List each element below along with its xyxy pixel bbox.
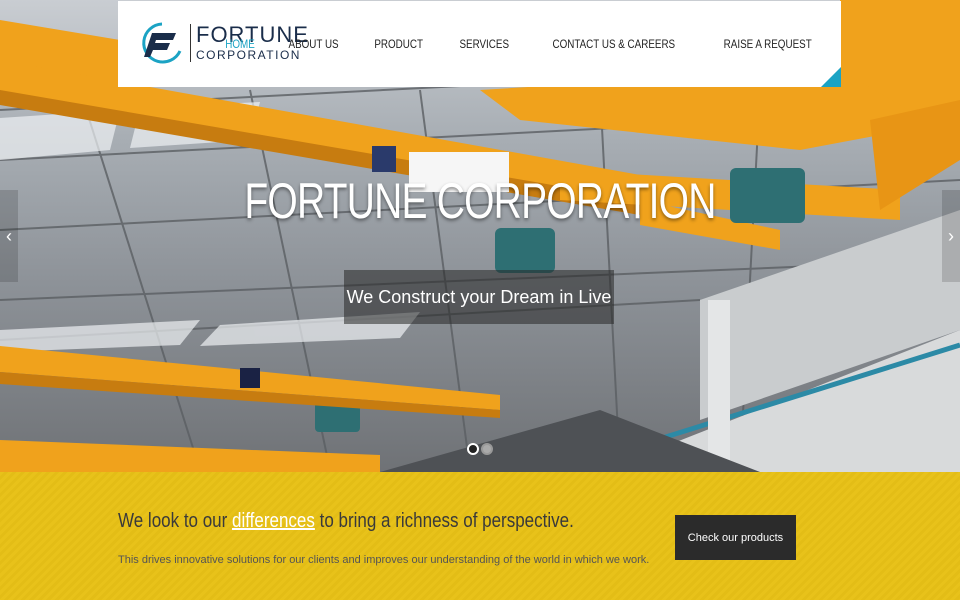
hero-subtitle: We Construct your Dream in Live	[344, 270, 614, 324]
nav-raise-request[interactable]: RAISE A REQUEST	[723, 37, 811, 51]
cta-band: We look to our differences to bring a ri…	[0, 472, 960, 600]
band-description: This drives innovative solutions for our…	[118, 554, 650, 566]
band-heading-start: We look to our	[118, 510, 228, 532]
nav-product[interactable]: PRODUCT	[375, 37, 424, 51]
fortune-logo-icon	[142, 22, 182, 64]
nav-services[interactable]: SERVICES	[459, 37, 509, 51]
nav-home[interactable]: HOME	[225, 37, 255, 51]
slider-dot-1[interactable]	[467, 443, 479, 455]
slider-prev-button[interactable]: ‹	[0, 190, 18, 282]
nav-contact-careers[interactable]: CONTACT US & CAREERS	[553, 37, 676, 51]
slider-pagination	[467, 443, 493, 455]
check-products-button[interactable]: Check our products	[675, 515, 796, 560]
band-heading-end: to bring a richness of perspective.	[319, 510, 574, 532]
header-corner-accent	[821, 67, 841, 87]
slider-dot-2[interactable]	[481, 443, 493, 455]
band-heading: We look to our differences to bring a ri…	[118, 510, 574, 533]
hero-title: FORTUNE CORPORATION	[244, 173, 716, 229]
slider-next-button[interactable]: ›	[942, 190, 960, 282]
differences-link[interactable]: differences	[232, 510, 315, 532]
chevron-right-icon: ›	[948, 225, 954, 246]
site-header: FORTUNE CORPORATION HOME ABOUT US PRODUC…	[118, 1, 841, 87]
main-nav: HOME ABOUT US PRODUCT SERVICES CONTACT U…	[222, 37, 821, 51]
chevron-left-icon: ‹	[6, 225, 12, 246]
nav-about-us[interactable]: ABOUT US	[289, 37, 339, 51]
